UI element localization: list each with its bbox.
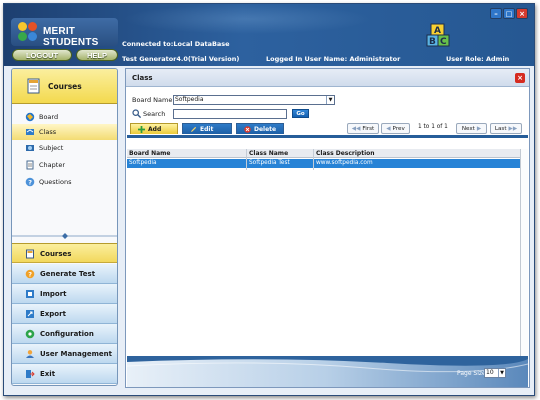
column-header-class-name[interactable]: Class Name: [249, 150, 288, 157]
class-icon: [26, 129, 34, 135]
version-label: Test Generator4.0(Trial Version): [122, 55, 240, 63]
sidebar-item-board[interactable]: Board: [12, 109, 117, 125]
user-role: User Role: Admin: [446, 55, 510, 63]
nav-exit[interactable]: Exit: [12, 364, 117, 384]
next-arrow-icon: ▶: [476, 125, 482, 132]
minimize-button[interactable]: –: [490, 8, 502, 19]
svg-text:B: B: [429, 37, 436, 47]
page-size-select[interactable]: 10 ▼: [484, 368, 506, 378]
sidebar-header-label: Courses: [48, 82, 82, 91]
column-header-class-description[interactable]: Class Description: [316, 150, 375, 157]
import-icon: [26, 290, 34, 298]
nav-courses[interactable]: Courses: [12, 243, 117, 263]
title-bar: MERIT STUDENTS LOGOUT HELP Connected to:…: [4, 4, 534, 66]
sidebar-splitter[interactable]: [12, 231, 117, 241]
subject-icon: [26, 145, 34, 151]
go-button[interactable]: Go: [292, 109, 309, 118]
svg-text:?: ?: [28, 271, 32, 279]
board-icon: [25, 112, 35, 122]
chapter-icon: [26, 160, 34, 170]
nav-import[interactable]: Import: [12, 284, 117, 304]
sidebar-item-questions[interactable]: ? Questions: [12, 174, 117, 190]
sidebar: Courses Board Class Subject Chapter ? Qu…: [11, 68, 118, 386]
search-input[interactable]: [173, 109, 287, 119]
search-icon: [132, 109, 141, 118]
abc-blocks-icon: A B C: [426, 23, 450, 47]
svg-text:C: C: [440, 37, 447, 47]
exit-icon: [26, 370, 35, 378]
logo: MERIT STUDENTS: [11, 18, 118, 48]
maximize-button[interactable]: □: [503, 8, 515, 19]
svg-text:?: ?: [28, 179, 32, 187]
window-controls: – □ ×: [490, 8, 528, 19]
pager-status: 1 to 1 of 1: [418, 124, 448, 130]
courses-icon: [27, 78, 40, 94]
sidebar-item-class[interactable]: Class: [12, 124, 117, 140]
main-window: MERIT STUDENTS LOGOUT HELP Connected to:…: [3, 3, 535, 396]
column-divider: [246, 149, 247, 170]
column-divider: [313, 149, 314, 170]
first-arrow-icon: ◀◀: [351, 125, 361, 132]
sidebar-header: Courses: [12, 69, 117, 104]
cell-class-name: Softpedia Test: [249, 160, 290, 166]
board-name-select[interactable]: Softpedia ▼: [173, 95, 335, 105]
last-arrow-icon: ▶▶: [508, 125, 518, 132]
close-icon[interactable]: ×: [515, 73, 525, 83]
logged-in-user: Logged In User Name: Administrator: [266, 55, 401, 63]
grid-footer: Page Size: 10 ▼: [127, 356, 528, 387]
first-button[interactable]: ◀◀ First: [347, 123, 379, 134]
app-name: MERIT STUDENTS: [43, 26, 99, 48]
logout-button[interactable]: LOGOUT: [12, 49, 72, 61]
sidebar-item-subject[interactable]: Subject: [12, 140, 117, 156]
user-management-icon: [26, 350, 34, 358]
cell-class-description: www.softpedia.com: [316, 160, 373, 166]
grid-header: Board Name Class Name Class Description: [127, 149, 520, 158]
nav-configuration[interactable]: Configuration: [12, 324, 117, 344]
generate-test-icon: ?: [25, 269, 35, 279]
tab-edit[interactable]: Edit: [182, 123, 232, 134]
app-logo-icon: [18, 22, 40, 42]
search-label: Search: [143, 110, 166, 118]
add-icon: [138, 125, 145, 133]
tab-add[interactable]: Add: [130, 123, 178, 134]
board-name-label: Board Name:: [132, 96, 175, 104]
table-row[interactable]: Softpedia Softpedia Test www.softpedia.c…: [127, 159, 520, 168]
tab-delete[interactable]: Delete: [236, 123, 284, 134]
last-button[interactable]: Last ▶▶: [490, 123, 522, 134]
close-window-button[interactable]: ×: [516, 8, 528, 19]
chevron-down-icon: ▼: [326, 96, 334, 104]
cell-board-name: Softpedia: [129, 160, 157, 166]
connection-status: Connected to:Local DataBase: [122, 40, 230, 48]
content-header: Class ×: [126, 69, 529, 87]
grid-toolbar-divider: [127, 135, 528, 138]
content-panel: Class × Board Name: Softpedia ▼ Search G…: [125, 68, 530, 388]
export-icon: [26, 310, 34, 318]
configuration-icon: [25, 329, 35, 339]
column-header-board-name[interactable]: Board Name: [129, 150, 170, 157]
questions-icon: ?: [25, 177, 35, 187]
chevron-down-icon: ▼: [498, 369, 505, 377]
nav-user-management[interactable]: User Management: [12, 344, 117, 364]
delete-icon: [244, 125, 251, 133]
grid-scrollbar[interactable]: [520, 149, 528, 356]
sidebar-item-chapter[interactable]: Chapter: [12, 157, 117, 173]
page-title: Class: [132, 74, 153, 82]
edit-icon: [190, 126, 197, 132]
nav-export[interactable]: Export: [12, 304, 117, 324]
next-button[interactable]: Next ▶: [456, 123, 487, 134]
nav-generate-test[interactable]: ? Generate Test: [12, 264, 117, 284]
prev-arrow-icon: ◀: [386, 125, 391, 132]
prev-button[interactable]: ◀ Prev: [381, 123, 410, 134]
courses-icon: [26, 249, 34, 259]
help-button[interactable]: HELP: [76, 49, 118, 61]
